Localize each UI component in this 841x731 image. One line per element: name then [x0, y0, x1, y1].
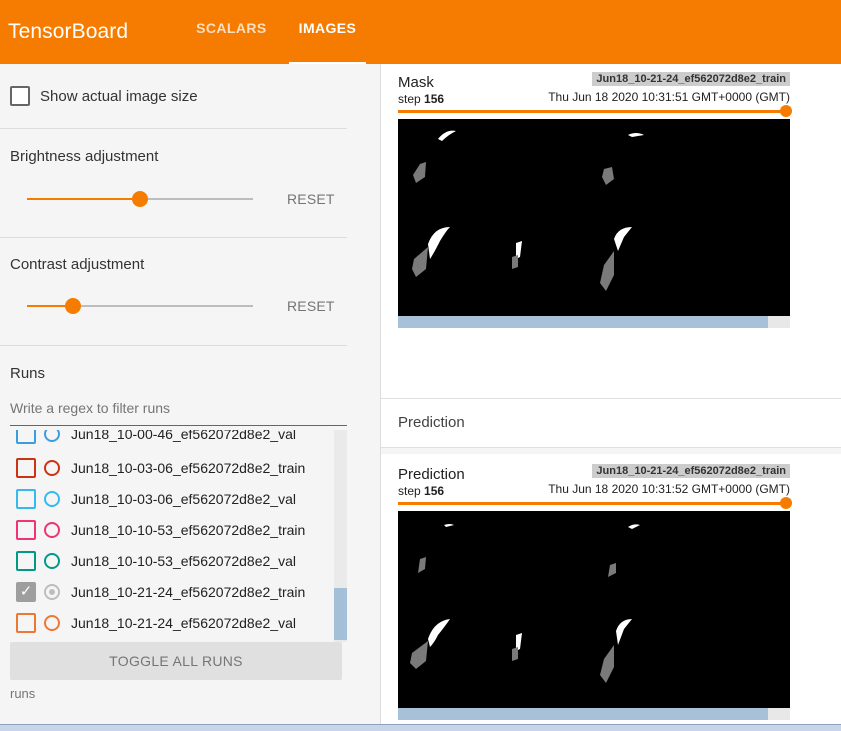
run-radio[interactable] — [44, 552, 60, 569]
run-radio[interactable] — [44, 490, 60, 507]
step-label: step 156 — [398, 92, 445, 106]
image-card-prediction: Prediction step 156 Jun18_10-21-24_ef562… — [398, 464, 792, 731]
run-name: Jun18_10-21-24_ef562072d8e2_train — [71, 583, 306, 600]
run-name: Jun18_10-00-46_ef562072d8e2_val — [71, 430, 296, 442]
dashboard-tabs: SCALARS IMAGES — [186, 0, 366, 64]
run-name: Jun18_10-03-06_ef562072d8e2_train — [71, 459, 306, 476]
step-value: 156 — [424, 92, 445, 106]
check-icon: ✓ — [19, 582, 33, 600]
run-checkbox[interactable] — [16, 612, 36, 633]
main-content: Mask step 156 Jun18_10-21-24_ef562072d8e… — [380, 64, 841, 731]
run-item[interactable]: Jun18_10-03-06_ef562072d8e2_val — [16, 483, 296, 514]
prediction-image — [398, 511, 790, 708]
card-title: Prediction — [398, 466, 465, 483]
image-horizontal-scrollbar[interactable] — [398, 708, 790, 720]
tab-scalars[interactable]: SCALARS — [186, 0, 276, 64]
contrast-slider-row: RESET — [0, 286, 347, 326]
image-size-section: Show actual image size — [0, 64, 347, 129]
image-card-mask: Mask step 156 Jun18_10-21-24_ef562072d8e… — [398, 72, 792, 374]
contrast-label: Contrast adjustment — [10, 256, 145, 273]
run-radio[interactable] — [44, 614, 60, 631]
tab-images[interactable]: IMAGES — [288, 0, 367, 64]
contrast-section: Contrast adjustment RESET — [0, 238, 347, 346]
run-checkbox[interactable] — [16, 457, 36, 478]
prediction-group-header[interactable]: Prediction — [381, 398, 841, 448]
run-radio[interactable] — [44, 521, 60, 538]
contrast-reset-button[interactable]: RESET — [287, 298, 335, 314]
step-slider[interactable] — [398, 497, 792, 509]
show-actual-size-label: Show actual image size — [40, 87, 198, 105]
run-name: Jun18_10-10-53_ef562072d8e2_train — [71, 521, 306, 538]
run-filter-input[interactable]: Write a regex to filter runs — [10, 400, 347, 426]
run-tag: Jun18_10-21-24_ef562072d8e2_train — [592, 72, 790, 86]
run-item[interactable]: Jun18_10-00-46_ef562072d8e2_val — [16, 430, 296, 449]
contrast-slider[interactable] — [27, 298, 253, 314]
brightness-reset-button[interactable]: RESET — [287, 191, 335, 207]
step-slider-knob[interactable] — [780, 497, 792, 509]
step-slider[interactable] — [398, 105, 792, 117]
image-scroll-thumb[interactable] — [398, 708, 768, 720]
brightness-slider-knob[interactable] — [132, 191, 148, 207]
run-checkbox[interactable] — [16, 550, 36, 571]
run-checkbox[interactable] — [16, 519, 36, 540]
run-tag: Jun18_10-21-24_ef562072d8e2_train — [592, 464, 790, 478]
wall-time: Thu Jun 18 2020 10:31:52 GMT+0000 (GMT) — [548, 482, 790, 496]
app-title: TensorBoard — [8, 20, 129, 43]
run-radio[interactable] — [44, 430, 60, 442]
show-actual-size-option[interactable]: Show actual image size — [0, 64, 347, 128]
section-divider — [381, 448, 841, 454]
step-label: step 156 — [398, 484, 445, 498]
run-checkbox-checked[interactable]: ✓ — [16, 581, 36, 602]
group-title: Prediction — [398, 414, 465, 431]
run-list: Jun18_10-00-46_ef562072d8e2_val Jun18_10… — [0, 430, 347, 642]
show-actual-size-checkbox[interactable] — [10, 86, 30, 106]
mask-image-content — [412, 130, 644, 291]
runs-title: Runs — [10, 365, 46, 382]
wall-time: Thu Jun 18 2020 10:31:51 GMT+0000 (GMT) — [548, 90, 790, 104]
run-radio[interactable] — [44, 459, 60, 476]
brightness-slider-fill — [27, 198, 140, 200]
os-taskbar — [0, 724, 841, 731]
run-checkbox[interactable] — [16, 430, 36, 444]
run-name: Jun18_10-03-06_ef562072d8e2_val — [71, 490, 296, 507]
toggle-all-runs-button[interactable]: TOGGLE ALL RUNS — [10, 642, 342, 680]
run-item[interactable]: Jun18_10-03-06_ef562072d8e2_train — [16, 452, 305, 483]
run-item[interactable]: Jun18_10-21-24_ef562072d8e2_val — [16, 607, 296, 638]
run-radio-selected[interactable] — [44, 583, 60, 600]
run-item[interactable]: ✓ Jun18_10-21-24_ef562072d8e2_train — [16, 576, 305, 607]
run-item[interactable]: Jun18_10-10-53_ef562072d8e2_val — [16, 545, 296, 576]
run-list-scrollbar[interactable] — [334, 430, 347, 642]
image-horizontal-scrollbar[interactable] — [398, 316, 790, 328]
runs-footer: runs — [10, 686, 36, 701]
brightness-slider-row: RESET — [0, 179, 347, 219]
run-name: Jun18_10-10-53_ef562072d8e2_val — [71, 552, 296, 569]
image-scroll-thumb[interactable] — [398, 316, 768, 328]
top-app-bar: TensorBoard SCALARS IMAGES — [0, 0, 841, 64]
run-item[interactable]: Jun18_10-10-53_ef562072d8e2_train — [16, 514, 305, 545]
run-checkbox[interactable] — [16, 488, 36, 509]
brightness-section: Brightness adjustment RESET — [0, 129, 347, 238]
run-name: Jun18_10-21-24_ef562072d8e2_val — [71, 614, 296, 631]
card-title: Mask — [398, 74, 434, 91]
brightness-label: Brightness adjustment — [10, 148, 159, 165]
mask-image — [398, 119, 790, 316]
brightness-slider[interactable] — [27, 191, 253, 207]
sidebar: Show actual image size Brightness adjust… — [0, 64, 380, 731]
run-list-scroll-thumb[interactable] — [334, 588, 347, 640]
step-slider-knob[interactable] — [780, 105, 792, 117]
step-value: 156 — [424, 484, 445, 498]
prediction-image-content — [410, 524, 640, 683]
contrast-slider-knob[interactable] — [65, 298, 81, 314]
